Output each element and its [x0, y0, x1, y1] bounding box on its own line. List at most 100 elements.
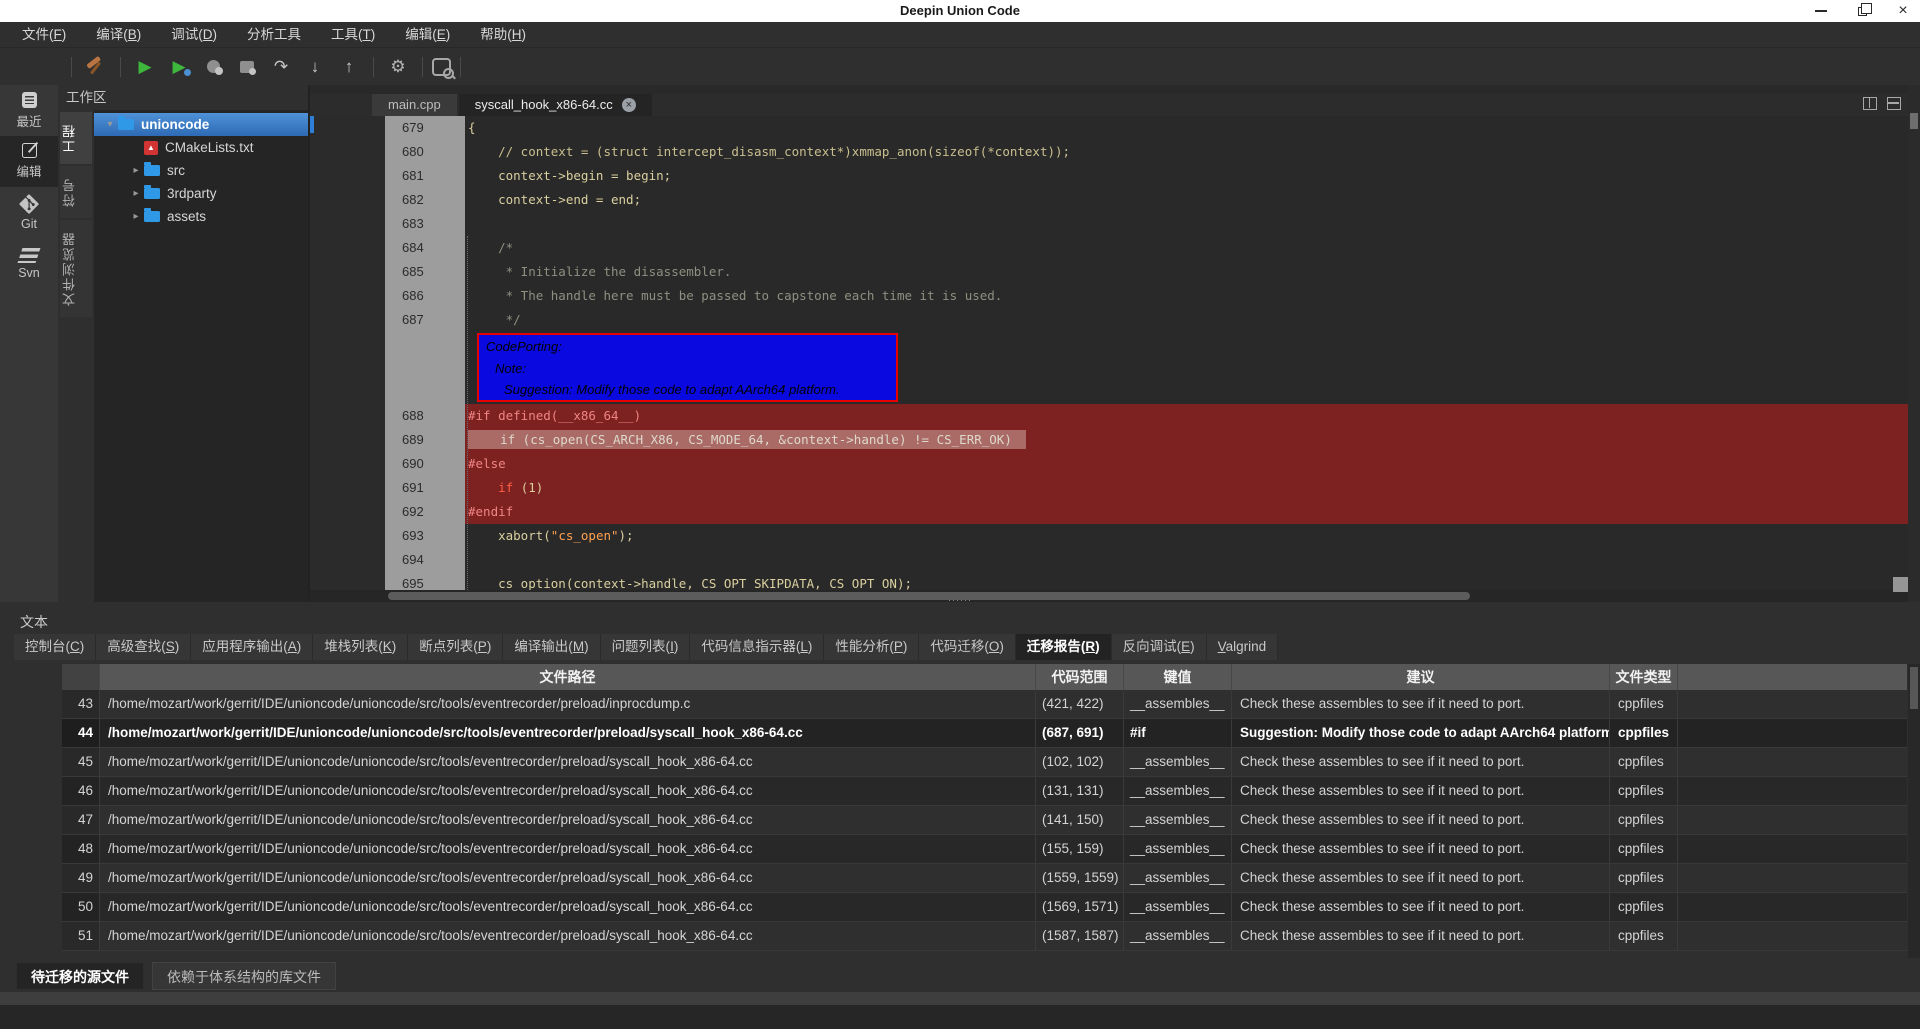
horizontal-scrollbar-thumb[interactable]: [388, 592, 1470, 600]
table-scrollbar-thumb[interactable]: [1910, 667, 1918, 709]
table-row[interactable]: 50/home/mozart/work/gerrit/IDE/unioncode…: [62, 893, 1907, 922]
bottom-tab[interactable]: 问题列表(I): [601, 634, 691, 660]
split-rows-icon[interactable]: [1887, 97, 1901, 110]
sidebar-item-edit[interactable]: 编辑: [0, 136, 58, 187]
tree-item[interactable]: ▸3rdparty: [94, 182, 308, 205]
tree-expand-arrow[interactable]: ▸: [128, 188, 144, 199]
menu-item[interactable]: 编译(B): [86, 22, 151, 47]
maximize-button[interactable]: [1855, 4, 1869, 18]
toolbar-icons: ▶▶ ↷↓↑ ⚙: [0, 48, 1920, 85]
menu-item[interactable]: 工具(T): [321, 22, 385, 47]
tree-item[interactable]: ▲CMakeLists.txt: [94, 136, 308, 159]
line-number: 695: [385, 572, 465, 590]
editor-tab[interactable]: syscall_hook_x86-64.cc×: [459, 94, 652, 116]
panel-splitter-chip[interactable]: [310, 116, 314, 133]
workspace-vtab[interactable]: 文件浏览器: [60, 220, 92, 317]
sidebar-item-git[interactable]: Git: [0, 187, 58, 238]
table-cell: 44: [62, 719, 100, 747]
report-filter-tab[interactable]: 待迁移的源文件: [16, 962, 144, 990]
edit-icon: [22, 143, 37, 158]
bottom-tab[interactable]: 堆栈列表(K): [313, 634, 408, 660]
settings-gear-icon[interactable]: ⚙: [383, 53, 413, 81]
bottom-tab[interactable]: Valgrind: [1207, 634, 1279, 660]
close-button[interactable]: ×: [1896, 4, 1910, 18]
report-filter-tab[interactable]: 依赖于体系结构的库文件: [152, 962, 336, 990]
table-row[interactable]: 45/home/mozart/work/gerrit/IDE/unioncode…: [62, 748, 1907, 777]
bottom-tab[interactable]: 断点列表(P): [408, 634, 503, 660]
table-row[interactable]: 48/home/mozart/work/gerrit/IDE/unioncode…: [62, 835, 1907, 864]
bottom-tab[interactable]: 应用程序输出(A): [191, 634, 313, 660]
table-header-col[interactable]: 键值: [1124, 664, 1232, 690]
line-number: 690: [385, 452, 465, 476]
code-line: 681 context->begin = begin;: [310, 164, 1908, 188]
sidebar-item-recent[interactable]: 最近: [0, 85, 58, 136]
sidebar-item-svn[interactable]: Svn: [0, 238, 58, 289]
tree-item-label: src: [167, 163, 185, 178]
table-header-col[interactable]: 建议: [1232, 664, 1610, 690]
build-hammer-icon[interactable]: [81, 53, 111, 81]
table-scrollbar[interactable]: [1908, 664, 1920, 958]
tree-expand-arrow[interactable]: ▸: [128, 165, 144, 176]
code-editor[interactable]: 679{680 // context = (struct intercept_d…: [310, 116, 1908, 590]
split-columns-icon[interactable]: [1863, 97, 1877, 110]
minimize-icon: [1815, 10, 1827, 12]
detach-icon[interactable]: [232, 53, 262, 81]
table-header-col[interactable]: 文件路径: [100, 664, 1036, 690]
project-tree[interactable]: ▾unioncode▲CMakeLists.txt ▸ src ▸3rdparty▸a…: [94, 110, 308, 602]
bottom-tab[interactable]: 性能分析(P): [824, 634, 919, 660]
workspace-vtab[interactable]: 工程: [60, 112, 92, 164]
step-out-icon[interactable]: ↑: [334, 53, 364, 81]
menu-item[interactable]: 编辑(E): [395, 22, 460, 47]
table-cell: /home/mozart/work/gerrit/IDE/unioncode/u…: [100, 690, 1036, 718]
bottom-tab[interactable]: 迁移报告(R): [1016, 634, 1112, 660]
tab-close-icon[interactable]: ×: [622, 98, 636, 112]
tree-expand-arrow[interactable]: ▾: [102, 119, 118, 130]
table-row[interactable]: 49/home/mozart/work/gerrit/IDE/unioncode…: [62, 864, 1907, 893]
table-row[interactable]: 51/home/mozart/work/gerrit/IDE/unioncode…: [62, 922, 1907, 951]
menu-item[interactable]: 文件(F): [12, 22, 76, 47]
window-title: Deepin Union Code: [0, 0, 1920, 22]
editor-tab[interactable]: main.cpp: [372, 94, 457, 116]
bottom-tab[interactable]: 代码信息指示器(L): [690, 634, 824, 660]
table-cell: cppfiles: [1610, 864, 1678, 892]
run-icon[interactable]: ▶: [130, 53, 160, 81]
table-row[interactable]: 43/home/mozart/work/gerrit/IDE/unioncode…: [62, 690, 1907, 719]
toolbar: ▶▶ ↷↓↑ ⚙: [0, 48, 1920, 85]
bottom-tab[interactable]: 高级查找(S): [96, 634, 191, 660]
continue-icon[interactable]: [198, 53, 228, 81]
tree-item[interactable]: ▾unioncode: [94, 113, 308, 136]
footer-bottom: [0, 1005, 1920, 1029]
table-row[interactable]: 44/home/mozart/work/gerrit/IDE/unioncode…: [62, 719, 1907, 748]
horizontal-scrollbar[interactable]: [310, 590, 1908, 602]
bottom-tab[interactable]: 反向调试(E): [1112, 634, 1207, 660]
minimize-button[interactable]: [1814, 4, 1828, 18]
workspace-vtab[interactable]: 符号: [60, 166, 92, 218]
vertical-scrollbar-thumb[interactable]: [1910, 113, 1918, 129]
bottom-tab[interactable]: 代码迁移(O): [919, 634, 1016, 660]
editor-area[interactable]: main.cppsyscall_hook_x86-64.cc× 679{680 …: [310, 85, 1908, 602]
menu-item[interactable]: 调试(D): [161, 22, 227, 47]
tree-expand-arrow[interactable]: ▸: [128, 211, 144, 222]
table-header-col[interactable]: 代码范围: [1036, 664, 1124, 690]
bottom-tab[interactable]: 编译输出(M): [503, 634, 600, 660]
step-into-icon[interactable]: ↓: [300, 53, 330, 81]
recent-icon: [22, 92, 37, 108]
activity-bar: 最近 编辑 Git Svn: [0, 85, 58, 602]
table-cell: Check these assembles to see if it need …: [1232, 806, 1610, 834]
search-icon[interactable]: [432, 58, 451, 76]
table-row[interactable]: 46/home/mozart/work/gerrit/IDE/unioncode…: [62, 777, 1907, 806]
bottom-tab[interactable]: 控制台(C): [14, 634, 96, 660]
table-row[interactable]: 47/home/mozart/work/gerrit/IDE/unioncode…: [62, 806, 1907, 835]
menu-item[interactable]: 分析工具: [237, 22, 311, 47]
table-header-col[interactable]: 文件类型: [1610, 664, 1678, 690]
debug-run-icon[interactable]: ▶: [164, 53, 194, 81]
tree-item[interactable]: ▸ src: [94, 159, 308, 182]
code-line: 680 // context = (struct intercept_disas…: [310, 140, 1908, 164]
vertical-scrollbar[interactable]: [1908, 85, 1920, 602]
table-cell: /home/mozart/work/gerrit/IDE/unioncode/u…: [100, 893, 1036, 921]
tree-item[interactable]: ▸assets: [94, 205, 308, 228]
menu-item[interactable]: 帮助(H): [470, 22, 536, 47]
step-over-icon[interactable]: ↷: [266, 53, 296, 81]
line-number: 683: [385, 212, 465, 236]
sidebar-item-label: 编辑: [16, 161, 41, 180]
